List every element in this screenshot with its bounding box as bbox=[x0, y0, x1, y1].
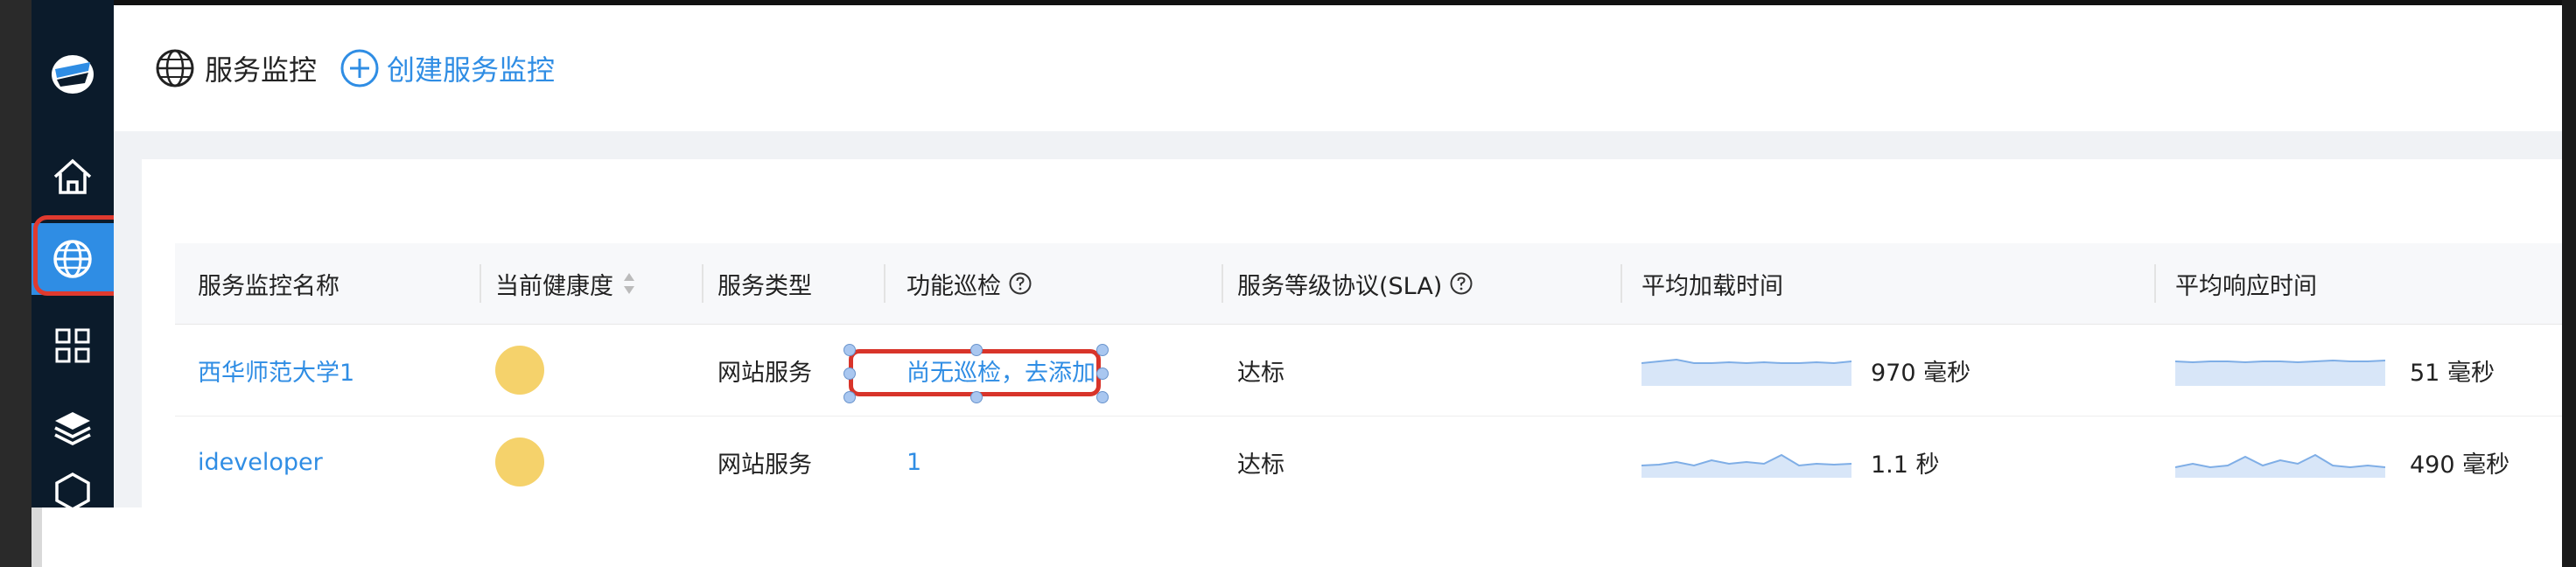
table-header: 服务监控名称 当前健康度 服务类型 功能巡检 服务等级协议(SLA) 平均加载时… bbox=[175, 243, 2562, 325]
column-header-sla: 服务等级协议(SLA) bbox=[1237, 243, 1474, 324]
annotation-selection-inspection bbox=[844, 344, 1109, 403]
avg-response-time: 490 毫秒 bbox=[2410, 451, 2510, 479]
column-header-name[interactable]: 服务监控名称 bbox=[198, 243, 340, 324]
service-name-link[interactable]: 西华师范大学1 bbox=[198, 325, 354, 416]
service-name-link[interactable]: ideveloper bbox=[198, 416, 323, 508]
selection-handle[interactable] bbox=[1096, 344, 1109, 356]
column-header-avg-load: 平均加载时间 bbox=[1642, 272, 1783, 300]
help-icon[interactable] bbox=[1449, 271, 1474, 296]
selection-handle[interactable] bbox=[844, 391, 856, 403]
service-type: 网站服务 bbox=[718, 451, 812, 479]
logo-icon bbox=[52, 55, 94, 94]
sort-icon[interactable] bbox=[621, 270, 637, 298]
column-header-health: 当前健康度 bbox=[495, 272, 613, 300]
grid-icon bbox=[55, 328, 90, 363]
content-gutter bbox=[114, 159, 142, 508]
help-icon[interactable] bbox=[1008, 271, 1032, 296]
avg-response-time: 51 毫秒 bbox=[2410, 359, 2495, 387]
app-logo[interactable] bbox=[32, 38, 114, 110]
health-indicator bbox=[495, 416, 544, 508]
table-row[interactable]: ideveloper 网站服务 1 达标 1.1 秒 490 毫秒 bbox=[175, 416, 2562, 508]
avg-load-time: 1.1 秒 bbox=[1871, 451, 1940, 479]
sparkline-chart bbox=[1642, 358, 1852, 386]
window-edge bbox=[32, 508, 42, 567]
health-dot bbox=[495, 346, 544, 395]
sla-status: 达标 bbox=[1237, 359, 1284, 387]
selection-handle[interactable] bbox=[970, 391, 983, 403]
selection-handle[interactable] bbox=[844, 368, 856, 380]
load-time-sparkline bbox=[1642, 325, 1852, 416]
avg-load-time: 970 毫秒 bbox=[1871, 359, 1971, 387]
page-header: 服务监控 创建服务监控 bbox=[114, 5, 2562, 131]
column-header-avg-response: 平均响应时间 bbox=[2175, 272, 2317, 300]
sparkline-chart bbox=[2175, 453, 2385, 478]
table-row[interactable]: 西华师范大学1 网站服务 尚无巡检，去添加 达标 970 毫秒 51 毫秒 bbox=[175, 325, 2562, 416]
column-divider bbox=[702, 264, 704, 303]
page-title: 服务监控 bbox=[205, 53, 318, 87]
column-divider bbox=[2154, 264, 2156, 303]
selection-handle[interactable] bbox=[844, 344, 856, 356]
overlay-blank-area bbox=[42, 508, 2562, 567]
load-time-sparkline bbox=[1642, 416, 1852, 508]
content-divider bbox=[114, 131, 2562, 159]
selection-handle[interactable] bbox=[970, 344, 983, 356]
sidebar-item-layers[interactable] bbox=[32, 392, 114, 464]
column-divider bbox=[480, 264, 481, 303]
inspection-count-link[interactable]: 1 bbox=[906, 416, 921, 508]
box-icon bbox=[55, 472, 90, 508]
column-header-inspection: 功能巡检 bbox=[906, 243, 1032, 324]
add-circle-icon[interactable] bbox=[340, 48, 380, 88]
response-time-sparkline bbox=[2175, 325, 2385, 416]
selection-handle[interactable] bbox=[1096, 368, 1109, 380]
window-right-edge bbox=[2562, 0, 2576, 567]
column-divider bbox=[1620, 264, 1622, 303]
sparkline-chart bbox=[2175, 359, 2385, 386]
annotation-highlight-inspection bbox=[849, 349, 1101, 396]
sidebar-item-dashboard[interactable] bbox=[32, 310, 114, 382]
home-icon bbox=[53, 158, 92, 194]
layers-icon bbox=[54, 412, 91, 445]
globe-icon bbox=[156, 49, 194, 88]
window-edge bbox=[0, 0, 32, 567]
sparkline-chart bbox=[1642, 453, 1852, 478]
service-type: 网站服务 bbox=[718, 359, 812, 387]
sidebar-item-box[interactable] bbox=[32, 469, 114, 508]
sidebar-item-home[interactable] bbox=[32, 141, 114, 213]
column-header-type: 服务类型 bbox=[718, 272, 812, 300]
column-divider bbox=[1222, 264, 1223, 303]
response-time-sparkline bbox=[2175, 416, 2385, 508]
selection-handle[interactable] bbox=[1096, 391, 1109, 403]
sla-status: 达标 bbox=[1237, 451, 1284, 479]
health-dot bbox=[495, 438, 544, 486]
create-service-monitor-link[interactable]: 创建服务监控 bbox=[387, 48, 555, 88]
column-divider bbox=[884, 264, 886, 303]
health-indicator bbox=[495, 325, 544, 416]
